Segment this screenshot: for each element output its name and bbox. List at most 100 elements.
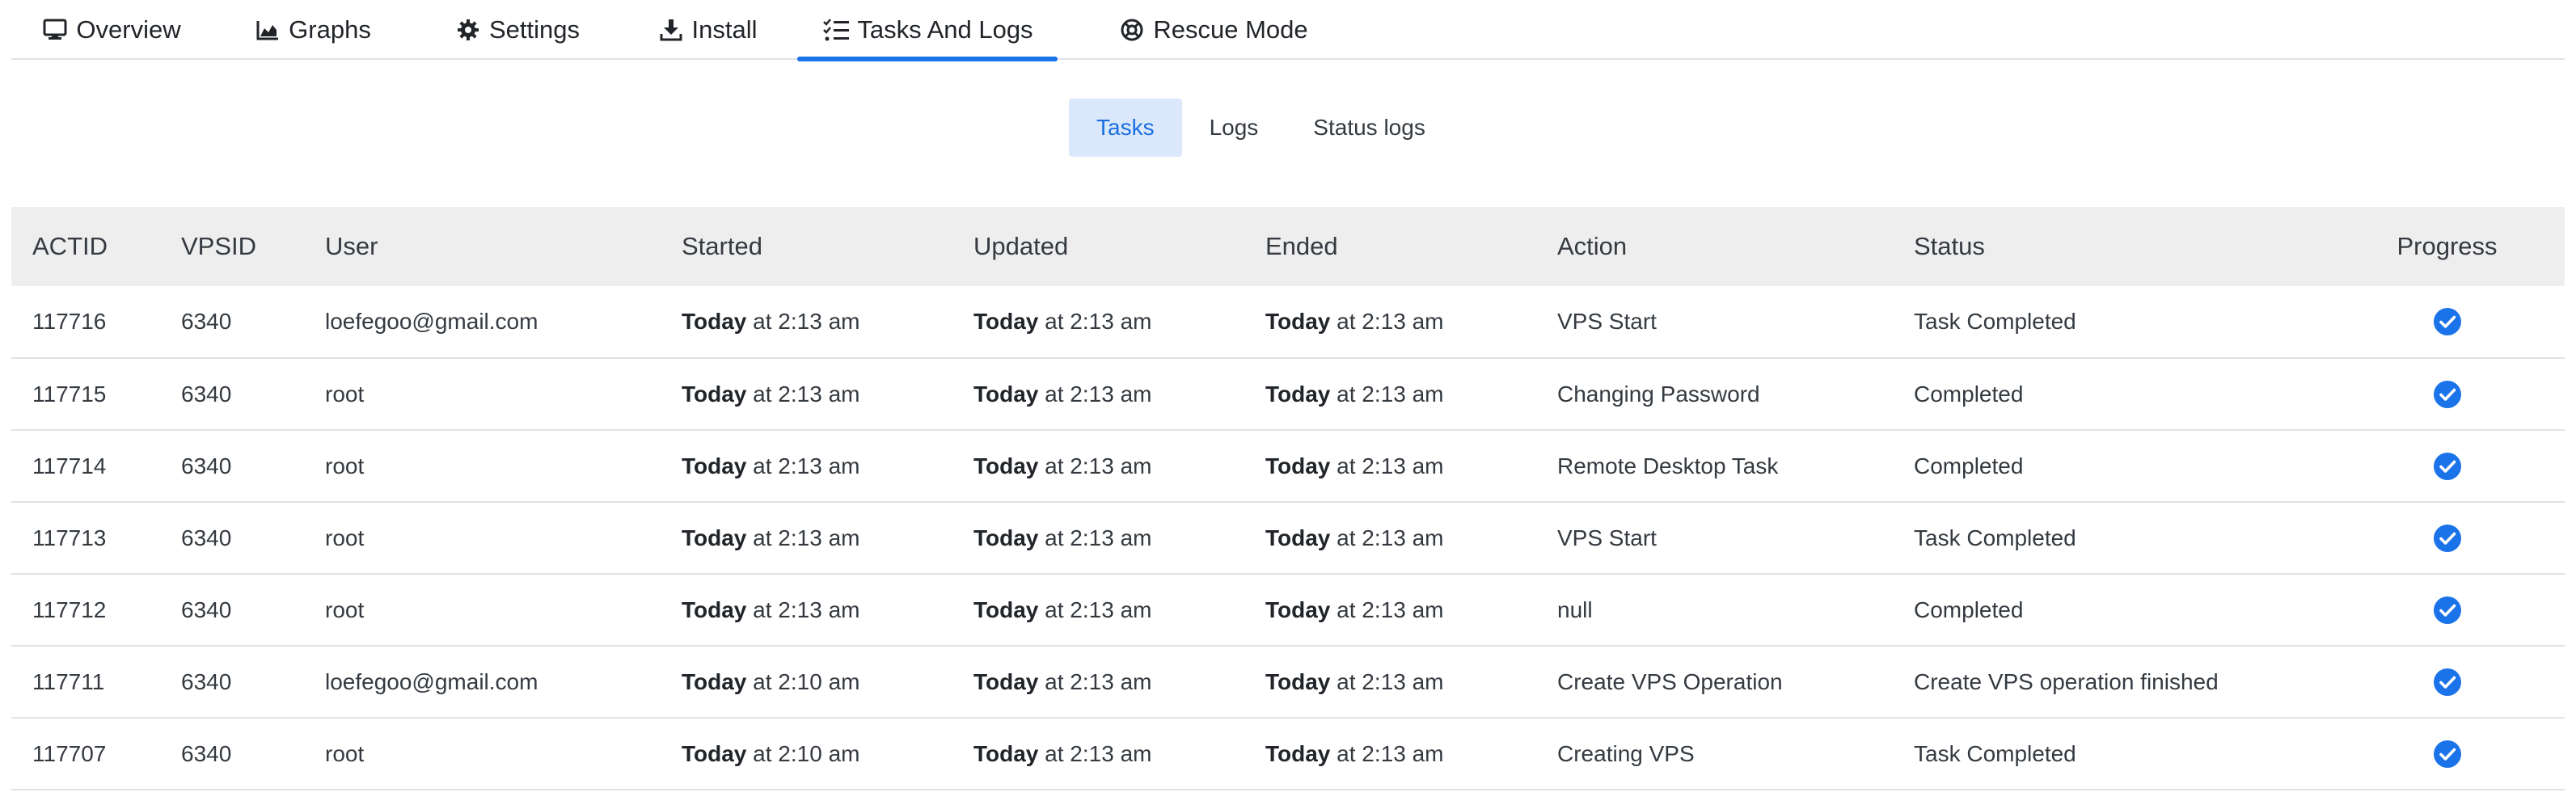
updated-time: at 2:13 am xyxy=(1038,668,1152,694)
column-header-ended[interactable]: Ended xyxy=(1244,207,1536,286)
cell-updated: Today at 2:13 am xyxy=(952,502,1244,574)
vpsid-value: 6340 xyxy=(181,668,232,694)
table-row[interactable]: 117716 6340 loefegoo@gmail.com Today at … xyxy=(11,286,2565,358)
column-header-status[interactable]: Status xyxy=(1893,207,2329,286)
updated-time: at 2:13 am xyxy=(1038,740,1152,766)
updated-time: at 2:13 am xyxy=(1038,525,1152,550)
user-value: root xyxy=(325,525,365,550)
table-row[interactable]: 117707 6340 root Today at 2:10 am Today … xyxy=(11,718,2565,790)
cell-progress xyxy=(2329,502,2565,574)
check-circle-icon xyxy=(2433,596,2462,625)
actid-value: 117716 xyxy=(32,309,107,334)
cell-started: Today at 2:10 am xyxy=(661,646,952,718)
cell-actid: 117716 xyxy=(11,286,160,358)
started-day: Today xyxy=(682,309,747,334)
ended-day: Today xyxy=(1265,668,1331,694)
started-day: Today xyxy=(682,668,747,694)
cell-actid: 117707 xyxy=(11,718,160,790)
user-value: root xyxy=(325,596,365,622)
column-header-action[interactable]: Action xyxy=(1536,207,1893,286)
tasks-table: ACTID VPSID User Started Updated Ended A… xyxy=(11,207,2565,790)
column-header-user[interactable]: User xyxy=(304,207,661,286)
subtab-tasks[interactable]: Tasks xyxy=(1069,99,1182,157)
column-header-vpsid[interactable]: VPSID xyxy=(160,207,304,286)
table-row[interactable]: 117711 6340 loefegoo@gmail.com Today at … xyxy=(11,646,2565,718)
lifebuoy-icon xyxy=(1117,15,1147,44)
actid-value: 117713 xyxy=(32,525,107,550)
action-value: null xyxy=(1557,596,1593,622)
user-value: loefegoo@gmail.com xyxy=(325,668,538,694)
cell-started: Today at 2:13 am xyxy=(661,358,952,430)
vpsid-value: 6340 xyxy=(181,740,232,766)
vpsid-value: 6340 xyxy=(181,525,232,550)
subtab-status-logs[interactable]: Status logs xyxy=(1286,99,1453,157)
cell-status: Completed xyxy=(1893,358,2329,430)
cell-ended: Today at 2:13 am xyxy=(1244,574,1536,646)
ended-time: at 2:13 am xyxy=(1330,596,1444,622)
ended-day: Today xyxy=(1265,381,1331,407)
cell-vpsid: 6340 xyxy=(160,358,304,430)
table-row[interactable]: 117714 6340 root Today at 2:13 am Today … xyxy=(11,430,2565,502)
table-body: 117716 6340 loefegoo@gmail.com Today at … xyxy=(11,286,2565,790)
status-value: Task Completed xyxy=(1914,740,2076,766)
actid-value: 117712 xyxy=(32,596,107,622)
download-icon xyxy=(657,15,686,44)
table-row[interactable]: 117712 6340 root Today at 2:13 am Today … xyxy=(11,574,2565,646)
cell-ended: Today at 2:13 am xyxy=(1244,646,1536,718)
vpsid-value: 6340 xyxy=(181,381,232,407)
cell-action: Changing Password xyxy=(1536,358,1893,430)
cell-actid: 117711 xyxy=(11,646,160,718)
action-value: VPS Start xyxy=(1557,309,1657,334)
tab-graphs[interactable]: Graphs xyxy=(247,0,377,60)
cell-updated: Today at 2:13 am xyxy=(952,646,1244,718)
top-nav: Overview Graphs Settings Install Tasks A… xyxy=(11,0,2565,61)
action-value: Remote Desktop Task xyxy=(1557,453,1779,478)
table-row[interactable]: 117713 6340 root Today at 2:13 am Today … xyxy=(11,502,2565,574)
subtab-logs[interactable]: Logs xyxy=(1182,99,1286,157)
column-header-updated[interactable]: Updated xyxy=(952,207,1244,286)
column-header-actid[interactable]: ACTID xyxy=(11,207,160,286)
action-value: Creating VPS xyxy=(1557,740,1695,766)
started-time: at 2:10 am xyxy=(746,740,860,766)
started-time: at 2:13 am xyxy=(746,596,860,622)
area-chart-icon xyxy=(253,15,282,44)
cell-progress xyxy=(2329,358,2565,430)
updated-time: at 2:13 am xyxy=(1038,309,1152,334)
cell-vpsid: 6340 xyxy=(160,574,304,646)
cell-ended: Today at 2:13 am xyxy=(1244,286,1536,358)
started-day: Today xyxy=(682,596,747,622)
ended-time: at 2:13 am xyxy=(1330,740,1444,766)
cell-vpsid: 6340 xyxy=(160,430,304,502)
started-time: at 2:13 am xyxy=(746,309,860,334)
checklist-icon xyxy=(821,15,851,44)
cell-ended: Today at 2:13 am xyxy=(1244,502,1536,574)
tab-label: Install xyxy=(691,15,758,44)
cell-progress xyxy=(2329,574,2565,646)
tab-overview[interactable]: Overview xyxy=(34,0,188,60)
cell-ended: Today at 2:13 am xyxy=(1244,358,1536,430)
cell-status: Task Completed xyxy=(1893,286,2329,358)
table-row[interactable]: 117715 6340 root Today at 2:13 am Today … xyxy=(11,358,2565,430)
tab-install[interactable]: Install xyxy=(642,0,771,60)
tab-tasks-and-logs[interactable]: Tasks And Logs xyxy=(797,0,1058,61)
status-value: Create VPS operation finished xyxy=(1914,668,2219,694)
cell-action: Creating VPS xyxy=(1536,718,1893,790)
actid-value: 117715 xyxy=(32,381,107,407)
cell-action: Create VPS Operation xyxy=(1536,646,1893,718)
status-value: Completed xyxy=(1914,453,2024,478)
cell-status: Completed xyxy=(1893,430,2329,502)
tab-settings[interactable]: Settings xyxy=(440,0,593,60)
tab-label: Settings xyxy=(488,15,580,44)
cell-progress xyxy=(2329,646,2565,718)
cell-updated: Today at 2:13 am xyxy=(952,286,1244,358)
column-header-progress[interactable]: Progress xyxy=(2329,207,2565,286)
tab-rescue-mode[interactable]: Rescue Mode xyxy=(1111,0,1315,60)
updated-day: Today xyxy=(973,309,1039,334)
cell-actid: 117714 xyxy=(11,430,160,502)
sub-tabs: Tasks Logs Status logs xyxy=(1069,99,1453,157)
cell-updated: Today at 2:13 am xyxy=(952,430,1244,502)
cell-started: Today at 2:13 am xyxy=(661,286,952,358)
ended-time: at 2:13 am xyxy=(1330,381,1444,407)
column-header-started[interactable]: Started xyxy=(661,207,952,286)
monitor-icon xyxy=(40,15,70,44)
